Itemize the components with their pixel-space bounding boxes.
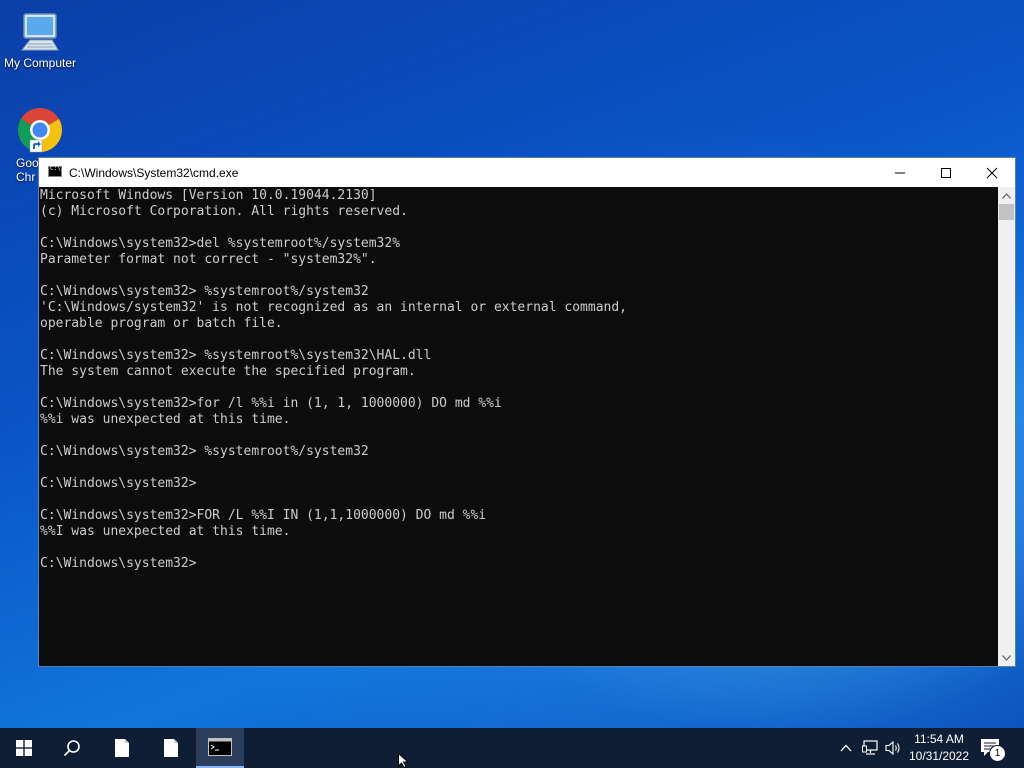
windows-logo-icon [16, 740, 32, 756]
minimize-icon [895, 172, 905, 173]
minimize-button[interactable] [877, 158, 923, 187]
clock-date: 10/31/2022 [908, 749, 970, 763]
cmd-window[interactable]: C:\Windows\System32\cmd.exe Microsoft Wi… [38, 157, 1016, 667]
close-icon [986, 167, 998, 178]
console-line: The system cannot execute the specified … [40, 364, 416, 379]
chevron-down-icon [1002, 654, 1011, 661]
console-line: C:\Windows\system32> [40, 556, 197, 571]
console-line: %%I was unexpected at this time. [40, 524, 291, 539]
network-icon [862, 740, 878, 755]
document-icon [164, 739, 178, 757]
chevron-up-icon [840, 744, 852, 752]
console-line: %%i was unexpected at this time. [40, 412, 291, 427]
search-icon [63, 740, 80, 757]
console-line: operable program or batch file. [40, 316, 283, 331]
console-line: C:\Windows\system32> %systemroot%/system… [40, 284, 369, 299]
desktop-icon-label: My Computer [3, 56, 77, 70]
taskbar-app-cmd[interactable] [196, 728, 244, 768]
taskbar: 11:54 AM 10/31/2022 1 [0, 728, 1024, 768]
notification-badge: 1 [989, 745, 1006, 762]
console-line: (c) Microsoft Corporation. All rights re… [40, 204, 408, 219]
cmd-app-icon[interactable] [48, 165, 62, 177]
start-button[interactable] [0, 728, 48, 768]
taskbar-app-file-2[interactable] [147, 728, 195, 768]
console-line: C:\Windows\system32>FOR /L %%I IN (1,1,1… [40, 508, 487, 523]
scroll-thumb[interactable] [999, 204, 1014, 220]
console-line: C:\Windows\system32> %systemroot%\system… [40, 348, 432, 363]
speaker-icon [885, 740, 900, 756]
maximize-button[interactable] [923, 158, 969, 187]
window-title: C:\Windows\System32\cmd.exe [69, 166, 239, 180]
desktop-icon-label: Goo Chr [16, 156, 39, 184]
console-line: C:\Windows\system32>del %systemroot%/sys… [40, 236, 401, 251]
console-line: C:\Windows\system32> %systemroot%/system… [40, 444, 369, 459]
command-prompt-icon [208, 738, 232, 756]
chrome-icon [18, 108, 62, 153]
scroll-down-button[interactable] [998, 649, 1015, 666]
scroll-up-button[interactable] [998, 187, 1015, 204]
volume-tray-button[interactable] [884, 738, 904, 758]
console-line: C:\Windows\system32>for /l %%i in (1, 1,… [40, 396, 502, 411]
console-line: Microsoft Windows [Version 10.0.19044.21… [40, 188, 377, 203]
desktop-icon-my-computer[interactable]: My Computer [0, 10, 80, 70]
close-button[interactable] [969, 158, 1015, 187]
vertical-scrollbar[interactable] [998, 187, 1015, 666]
document-icon [115, 739, 129, 757]
search-button[interactable] [48, 728, 96, 768]
action-center-button[interactable]: 1 [980, 736, 1006, 762]
chevron-up-icon [1002, 192, 1011, 199]
network-tray-button[interactable] [861, 738, 881, 758]
taskbar-app-file-1[interactable] [98, 728, 146, 768]
console-output[interactable]: Microsoft Windows [Version 10.0.19044.21… [39, 187, 999, 666]
clock[interactable]: 11:54 AM 10/31/2022 [904, 731, 974, 765]
show-hidden-icons-button[interactable] [838, 738, 854, 758]
maximize-icon [941, 167, 951, 178]
title-bar[interactable]: C:\Windows\System32\cmd.exe [39, 158, 1015, 187]
computer-icon [20, 13, 59, 51]
console-line: Parameter format not correct - "system32… [40, 252, 377, 267]
mouse-cursor-icon [398, 753, 410, 768]
console-line: C:\Windows\system32> [40, 476, 197, 491]
console-line: 'C:\Windows/system32' is not recognized … [40, 300, 627, 315]
clock-time: 11:54 AM [914, 732, 964, 746]
